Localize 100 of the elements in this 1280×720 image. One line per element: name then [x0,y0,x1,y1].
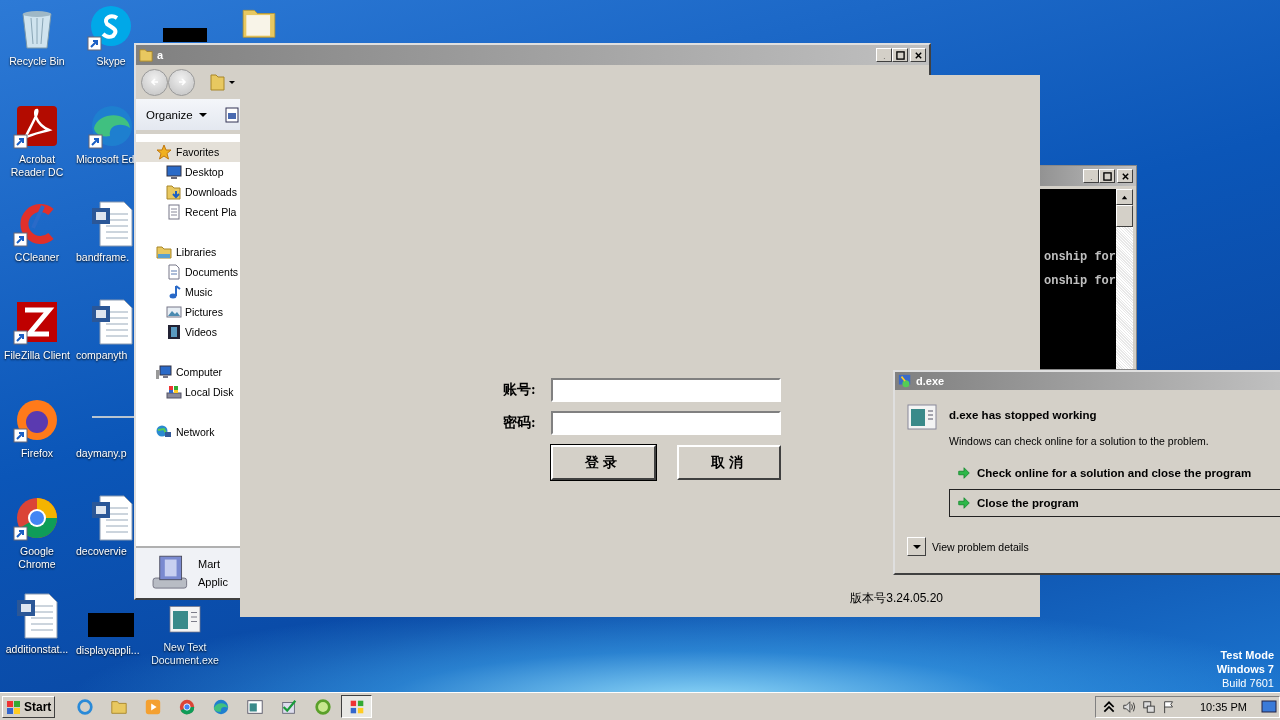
film-icon [166,324,182,340]
nav-label: Computer [176,366,223,378]
nav-label: Favorites [176,146,220,158]
maximize-button[interactable] [1099,169,1115,183]
blank-thumbnail[interactable] [163,28,207,42]
nav-label: Pictures [185,306,223,318]
icon-label: New Text Document.exe [150,641,220,667]
folder-dropdown-icon[interactable] [210,73,236,91]
folder-icon [139,48,153,62]
document-icon [166,264,182,280]
star-icon [156,144,172,160]
clock: 10:35 PM [1199,700,1247,713]
nav-label: Music [185,286,213,298]
icon-label: Microsoft Ed [76,153,135,166]
taskbar-button[interactable] [341,695,373,718]
app-icon [898,374,912,388]
nav-item[interactable]: Libraries [136,242,240,262]
folder-icon [166,184,182,200]
arrow-icon [957,496,971,510]
windows-flag-icon [6,698,22,715]
icon-label: daymany.p [76,447,127,460]
field-label: 账号: [503,381,537,399]
expand-button[interactable] [907,537,926,556]
details-type: Applic [198,576,228,588]
network-icon[interactable] [1141,699,1156,714]
nav-item[interactable]: Documents [136,262,240,282]
icon-label: decovervie [76,545,127,558]
icon-label: Skype [96,55,126,68]
command-link[interactable]: Close the program [949,489,1280,517]
dialog-button[interactable]: 取消 [676,445,781,480]
icon-label: companyth [76,349,128,362]
icon-label: Firefox [20,447,54,460]
nav-item[interactable]: Local Disk [136,382,240,402]
scroll-thumb[interactable] [1116,205,1133,227]
minimize-button[interactable] [876,48,892,62]
window-icon [245,697,264,716]
nav-label: Libraries [176,246,217,258]
nav-label: Recent Pla [185,206,237,218]
input-field[interactable] [551,411,781,435]
dialog-title: d.exe [916,375,945,387]
caret-icon [198,110,207,119]
maximize-icon [895,50,905,60]
nav-item[interactable]: Videos [136,322,240,342]
nav-item[interactable]: Computer [136,362,240,382]
maximize-icon [1102,171,1112,181]
monitor-icon [166,164,182,180]
close-button[interactable] [910,48,926,62]
system-notice-text: Test Mode [1220,648,1274,662]
scrollbar[interactable] [1116,189,1133,369]
arrow-icon [957,466,971,480]
icon-label: Google Chrome [17,545,57,571]
icon-label: bandframe. [76,251,130,264]
nav-label: Documents [185,266,239,278]
icon-label: Recycle Bin [9,55,65,68]
nav-item[interactable]: Recent Pla [136,202,240,222]
document-icon [166,204,182,220]
dialog-button[interactable]: 登录 [551,445,656,480]
details-name: Mart [198,558,221,570]
icon-label: Acrobat Reader DC [9,153,65,179]
blank-thumbnail[interactable] [88,613,134,637]
icon-label: CCleaner [14,251,60,264]
error-heading: d.exe has stopped working [949,409,1098,421]
show-desktop-icon[interactable] [1261,699,1277,714]
folder-icon [156,244,172,260]
picture-icon [166,304,182,320]
error-message: Windows can check online for a solution to the problem. [949,435,1209,447]
version-text: 版本号3.24.05.20 [850,590,943,607]
nav-label: Downloads [185,186,237,198]
nav-item[interactable]: Downloads [136,182,240,202]
window-title: a [157,49,164,61]
details-link[interactable]: View problem details [932,540,1029,553]
nav-label: Network [176,426,215,438]
command-link[interactable]: Check online for a solution and close the program [949,459,1280,487]
console-text: onship for [1044,249,1116,265]
chevron-up-icon[interactable] [1101,699,1116,714]
flag-icon[interactable] [1161,699,1176,714]
checkmark-icon [279,697,298,716]
icon-label: FileZilla Client [4,349,70,362]
maximize-button[interactable] [892,48,908,62]
close-button[interactable] [1117,169,1133,183]
nav-item[interactable]: Pictures [136,302,240,322]
nav-label: Desktop [185,166,224,178]
organize-menu[interactable]: Organize [142,108,211,121]
speaker-icon[interactable] [1121,699,1136,714]
window-icon [907,404,937,430]
console-text: onship for [1044,273,1116,289]
minimize-button[interactable] [1083,169,1099,183]
nav-item[interactable]: Network [136,422,240,442]
browser-icon [177,697,196,716]
start-button[interactable]: Start [2,695,56,718]
nav-item[interactable]: Music [136,282,240,302]
input-field[interactable] [551,378,781,402]
close-icon [1120,171,1130,181]
nav-item[interactable]: Favorites [136,142,240,162]
globe-icon [156,424,172,440]
nav-item[interactable]: Desktop [136,162,240,182]
icon-label: displayappli... [76,644,140,657]
close-icon [913,50,923,60]
system-notice-text: Build 7601 [1222,676,1274,690]
view-icon[interactable] [224,106,239,123]
